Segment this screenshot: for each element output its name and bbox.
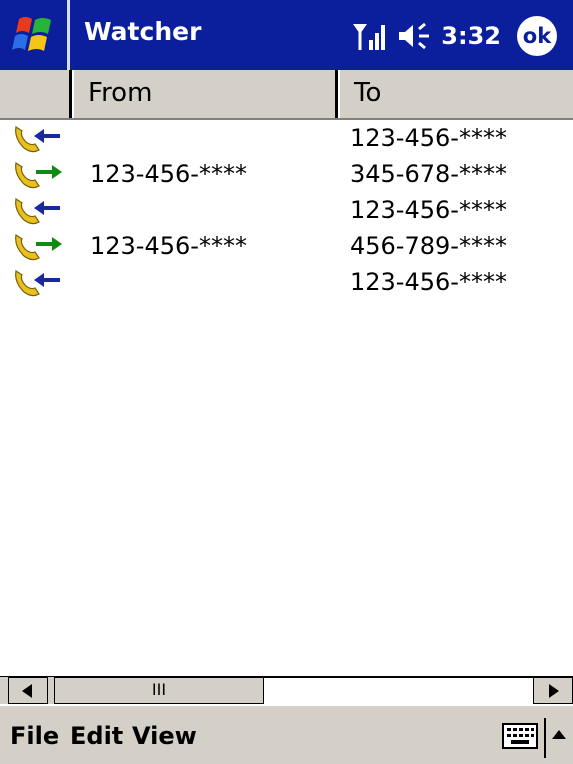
scroll-right-icon	[549, 683, 559, 698]
sip-separator	[544, 718, 546, 758]
call-row[interactable]: 123-456-**** 456-789-****	[0, 230, 573, 266]
incoming-call-icon	[15, 125, 60, 153]
call-to: 123-456-****	[350, 196, 507, 224]
call-row[interactable]: 123-456-**** 345-678-****	[0, 158, 573, 194]
incoming-call-icon	[15, 197, 60, 225]
call-row[interactable]: 123-456-****	[0, 266, 573, 302]
start-button[interactable]	[3, 4, 65, 66]
keyboard-icon[interactable]	[502, 723, 538, 749]
title-separator	[67, 0, 70, 70]
scroll-left-button[interactable]	[8, 677, 48, 704]
clock[interactable]: 3:32	[441, 22, 501, 50]
menu-file[interactable]: File	[10, 722, 59, 750]
call-to: 456-789-****	[350, 232, 507, 260]
incoming-call-icon	[15, 269, 60, 297]
column-header-from[interactable]: From	[72, 70, 338, 118]
menu-edit[interactable]: Edit	[70, 722, 123, 750]
speaker-icon[interactable]	[397, 21, 431, 51]
scroll-thumb[interactable]: III	[54, 677, 264, 704]
title-bar: Watcher 3:32 ok	[0, 0, 573, 70]
column-header-icon[interactable]	[0, 70, 72, 118]
ok-label: ok	[522, 24, 552, 48]
call-to: 123-456-****	[350, 124, 507, 152]
call-row[interactable]: 123-456-****	[0, 122, 573, 158]
call-from: 123-456-****	[90, 232, 247, 260]
call-to: 345-678-****	[350, 160, 507, 188]
scroll-right-button[interactable]	[533, 677, 573, 704]
scroll-track[interactable]	[264, 677, 533, 704]
call-to: 123-456-****	[350, 268, 507, 296]
scroll-left-icon	[22, 683, 32, 698]
ok-button[interactable]: ok	[517, 16, 557, 56]
call-row[interactable]: 123-456-****	[0, 194, 573, 230]
app-title: Watcher	[84, 17, 202, 46]
sip-arrow-icon[interactable]	[552, 730, 566, 739]
outgoing-call-icon	[15, 161, 62, 189]
horizontal-scrollbar[interactable]: III	[0, 676, 573, 704]
signal-icon[interactable]	[351, 20, 387, 52]
windows-start-icon	[12, 17, 51, 51]
call-from: 123-456-****	[90, 160, 247, 188]
call-list: 123-456-**** 123-456-**** 345-678-**** 123-…	[0, 120, 573, 676]
outgoing-call-icon	[15, 233, 62, 261]
menu-view[interactable]: View	[132, 722, 197, 750]
status-area: 3:32 ok	[351, 14, 557, 58]
column-header: From To	[0, 70, 573, 120]
column-header-to[interactable]: To	[338, 70, 573, 118]
menu-bar: File Edit View	[0, 704, 573, 764]
